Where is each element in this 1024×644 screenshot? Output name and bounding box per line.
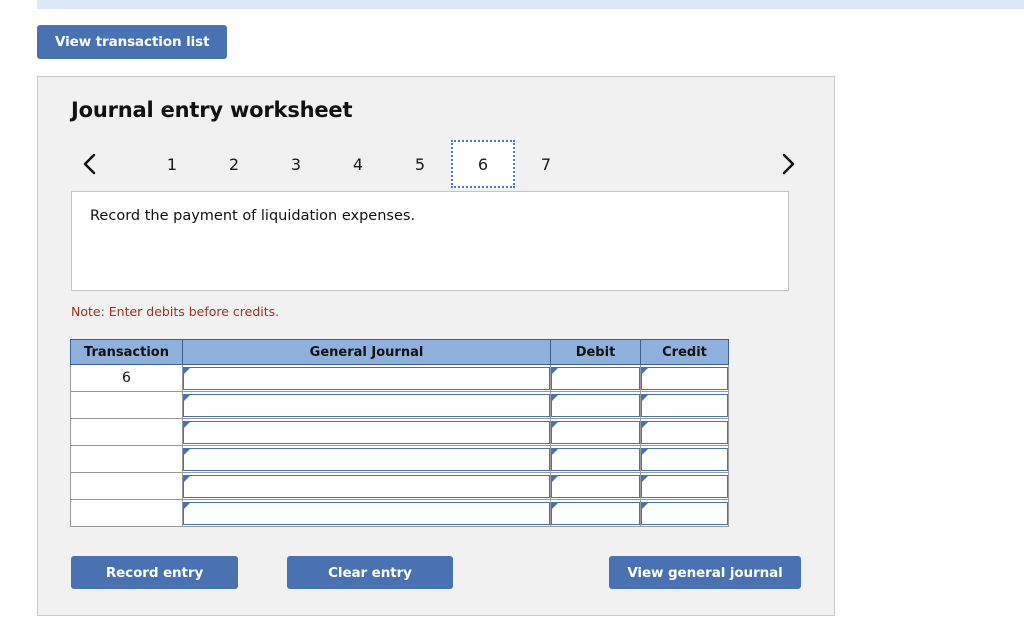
transaction-number-cell[interactable] bbox=[70, 499, 183, 527]
page-title: Journal entry worksheet bbox=[71, 98, 353, 122]
pager-page-3[interactable]: 3 bbox=[265, 140, 327, 188]
pager-number-list: 1 2 3 4 5 6 7 bbox=[141, 140, 577, 188]
general-journal-input-cell[interactable] bbox=[182, 445, 551, 473]
transaction-number-cell[interactable] bbox=[70, 418, 183, 446]
transaction-number-cell[interactable] bbox=[70, 445, 183, 473]
column-header-transaction: Transaction bbox=[70, 339, 183, 365]
general-journal-input[interactable] bbox=[183, 501, 550, 525]
credit-input-cell[interactable] bbox=[640, 418, 729, 446]
journal-entry-worksheet-panel: Journal entry worksheet 1 2 3 4 5 6 7 Re… bbox=[37, 76, 835, 616]
credit-input[interactable] bbox=[641, 501, 728, 525]
general-journal-input-cell[interactable] bbox=[182, 499, 551, 527]
credit-input[interactable] bbox=[641, 447, 728, 471]
transaction-description-text: Record the payment of liquidation expens… bbox=[90, 208, 416, 224]
table-row bbox=[70, 418, 729, 446]
credit-input[interactable] bbox=[641, 474, 728, 498]
credit-input-cell[interactable] bbox=[640, 499, 729, 527]
credit-input-cell[interactable] bbox=[640, 472, 729, 500]
debit-input-cell[interactable] bbox=[550, 364, 641, 392]
pager-page-1[interactable]: 1 bbox=[141, 140, 203, 188]
general-journal-input[interactable] bbox=[183, 447, 550, 471]
credit-input-cell[interactable] bbox=[640, 364, 729, 392]
pager-page-5[interactable]: 5 bbox=[389, 140, 451, 188]
general-journal-input[interactable] bbox=[183, 420, 550, 444]
debit-input[interactable] bbox=[551, 501, 640, 525]
column-header-general-journal: General Journal bbox=[182, 339, 551, 365]
debit-input-cell[interactable] bbox=[550, 391, 641, 419]
general-journal-input-cell[interactable] bbox=[182, 391, 551, 419]
general-journal-input-cell[interactable] bbox=[182, 364, 551, 392]
pager-page-7[interactable]: 7 bbox=[515, 140, 577, 188]
debit-input[interactable] bbox=[551, 366, 640, 390]
transaction-description-box: Record the payment of liquidation expens… bbox=[71, 191, 789, 291]
table-row bbox=[70, 391, 729, 419]
debit-input-cell[interactable] bbox=[550, 445, 641, 473]
debit-input-cell[interactable] bbox=[550, 418, 641, 446]
view-transaction-list-button[interactable]: View transaction list bbox=[37, 25, 228, 59]
pager-page-4[interactable]: 4 bbox=[327, 140, 389, 188]
column-header-debit: Debit bbox=[550, 339, 641, 365]
credit-input-cell[interactable] bbox=[640, 445, 729, 473]
transaction-number-cell[interactable]: 6 bbox=[70, 364, 183, 392]
credit-input[interactable] bbox=[641, 420, 728, 444]
table-row: 6 bbox=[70, 364, 729, 392]
debit-input[interactable] bbox=[551, 420, 640, 444]
chevron-left-icon[interactable] bbox=[75, 140, 105, 188]
table-row bbox=[70, 499, 729, 527]
journal-entry-table: Transaction General Journal Debit Credit… bbox=[70, 339, 729, 527]
general-journal-input-cell[interactable] bbox=[182, 472, 551, 500]
debits-before-credits-note: Note: Enter debits before credits. bbox=[71, 304, 280, 319]
debit-input[interactable] bbox=[551, 447, 640, 471]
pager-page-2[interactable]: 2 bbox=[203, 140, 265, 188]
top-accent-bar bbox=[37, 0, 1024, 9]
worksheet-pager: 1 2 3 4 5 6 7 bbox=[71, 140, 803, 188]
transaction-number-cell[interactable] bbox=[70, 472, 183, 500]
table-row bbox=[70, 445, 729, 473]
table-header-row: Transaction General Journal Debit Credit bbox=[70, 339, 729, 365]
debit-input[interactable] bbox=[551, 393, 640, 417]
pager-page-6[interactable]: 6 bbox=[451, 140, 515, 188]
view-general-journal-button[interactable]: View general journal bbox=[609, 556, 801, 589]
table-row bbox=[70, 472, 729, 500]
chevron-right-icon[interactable] bbox=[773, 140, 803, 188]
general-journal-input[interactable] bbox=[183, 393, 550, 417]
column-header-credit: Credit bbox=[640, 339, 729, 365]
debit-input[interactable] bbox=[551, 474, 640, 498]
general-journal-input[interactable] bbox=[183, 366, 550, 390]
debit-input-cell[interactable] bbox=[550, 472, 641, 500]
credit-input[interactable] bbox=[641, 393, 728, 417]
credit-input-cell[interactable] bbox=[640, 391, 729, 419]
debit-input-cell[interactable] bbox=[550, 499, 641, 527]
transaction-number-cell[interactable] bbox=[70, 391, 183, 419]
general-journal-input-cell[interactable] bbox=[182, 418, 551, 446]
record-entry-button[interactable]: Record entry bbox=[71, 556, 238, 589]
general-journal-input[interactable] bbox=[183, 474, 550, 498]
credit-input[interactable] bbox=[641, 366, 728, 390]
clear-entry-button[interactable]: Clear entry bbox=[287, 556, 453, 589]
